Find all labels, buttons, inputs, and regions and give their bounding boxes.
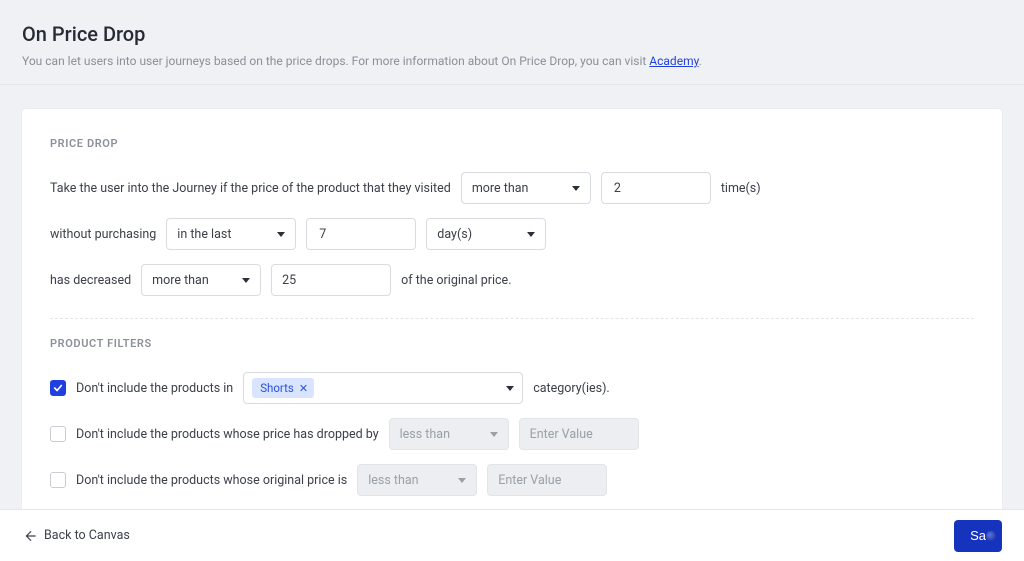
filter-category-checkbox[interactable] xyxy=(50,380,66,396)
caret-down-icon xyxy=(527,232,535,237)
filter-category-label: Don't include the products in xyxy=(76,381,233,396)
save-button[interactable]: Sa xyxy=(954,520,1002,552)
original-price-value-input[interactable]: $ xyxy=(487,464,607,496)
price-drop-comparator-value: less than xyxy=(400,427,450,442)
rule-visit-prefix: Take the user into the Journey if the pr… xyxy=(50,181,451,196)
rule-decrease-prefix: has decreased xyxy=(50,273,131,288)
page-header: On Price Drop You can let users into use… xyxy=(0,0,1024,85)
subtitle-suffix: . xyxy=(699,54,702,68)
section-divider xyxy=(50,318,974,319)
config-card: PRICE DROP Take the user into the Journe… xyxy=(22,109,1002,534)
rule-visit-suffix: time(s) xyxy=(721,181,761,196)
visit-count-field[interactable] xyxy=(612,180,700,197)
back-label: Back to Canvas xyxy=(44,528,130,543)
decrease-percent-field[interactable] xyxy=(272,265,391,295)
price-drop-comparator-select[interactable]: less than xyxy=(389,418,509,450)
page-title: On Price Drop xyxy=(22,22,1002,46)
visit-count-input[interactable] xyxy=(601,172,711,204)
caret-down-icon xyxy=(277,232,285,237)
filter-price-drop-row: Don't include the products whose price h… xyxy=(50,418,974,450)
chip-remove-icon[interactable]: ✕ xyxy=(299,382,308,395)
rule-window-prefix: without purchasing xyxy=(50,227,156,242)
price-drop-section-title: PRICE DROP xyxy=(50,137,974,150)
rule-window-row: without purchasing in the last day(s) xyxy=(50,218,974,250)
caret-down-icon xyxy=(458,478,466,483)
academy-link[interactable]: Academy xyxy=(649,54,698,68)
rule-decrease-row: has decreased more than % of the origina… xyxy=(50,264,974,296)
category-chip-input[interactable]: Shorts ✕ xyxy=(243,372,523,404)
filter-original-price-row: Don't include the products whose origina… xyxy=(50,464,974,496)
original-price-value-field[interactable] xyxy=(488,465,607,495)
filter-price-drop-checkbox[interactable] xyxy=(50,426,66,442)
price-drop-value-field[interactable] xyxy=(520,419,639,449)
decrease-percent-input[interactable]: % xyxy=(271,264,391,296)
visit-comparator-value: more than xyxy=(472,181,529,196)
caret-down-icon xyxy=(490,432,498,437)
filter-price-drop-label: Don't include the products whose price h… xyxy=(76,427,379,442)
filter-category-suffix: category(ies). xyxy=(533,381,610,396)
category-chip-label: Shorts xyxy=(260,381,294,395)
filter-original-price-label: Don't include the products whose origina… xyxy=(76,473,347,488)
page-subtitle: You can let users into user journeys bas… xyxy=(22,54,1002,68)
filter-category-row: Don't include the products in Shorts ✕ c… xyxy=(50,372,974,404)
price-drop-value-input[interactable]: $ xyxy=(519,418,639,450)
window-select[interactable]: in the last xyxy=(166,218,296,250)
caret-down-icon xyxy=(242,278,250,283)
caret-down-icon xyxy=(506,386,514,391)
window-unit-select[interactable]: day(s) xyxy=(426,218,546,250)
decrease-comparator-select[interactable]: more than xyxy=(141,264,261,296)
check-icon xyxy=(53,383,63,393)
rule-visit-count-row: Take the user into the Journey if the pr… xyxy=(50,172,974,204)
back-to-canvas-button[interactable]: Back to Canvas xyxy=(22,528,130,543)
rule-decrease-suffix: of the original price. xyxy=(401,273,511,288)
original-price-comparator-value: less than xyxy=(368,473,418,488)
window-select-value: in the last xyxy=(177,227,231,242)
window-unit-value: day(s) xyxy=(437,227,472,242)
subtitle-text: You can let users into user journeys bas… xyxy=(22,54,649,68)
window-value-input[interactable] xyxy=(306,218,416,250)
category-chip: Shorts ✕ xyxy=(252,378,314,398)
caret-down-icon xyxy=(572,186,580,191)
decrease-comparator-value: more than xyxy=(152,273,209,288)
product-filters-section-title: PRODUCT FILTERS xyxy=(50,337,974,350)
window-value-field[interactable] xyxy=(317,226,405,243)
arrow-left-icon xyxy=(22,529,36,543)
page-footer: Back to Canvas Sa xyxy=(0,509,1024,561)
visit-comparator-select[interactable]: more than xyxy=(461,172,591,204)
filter-original-price-checkbox[interactable] xyxy=(50,472,66,488)
original-price-comparator-select[interactable]: less than xyxy=(357,464,477,496)
